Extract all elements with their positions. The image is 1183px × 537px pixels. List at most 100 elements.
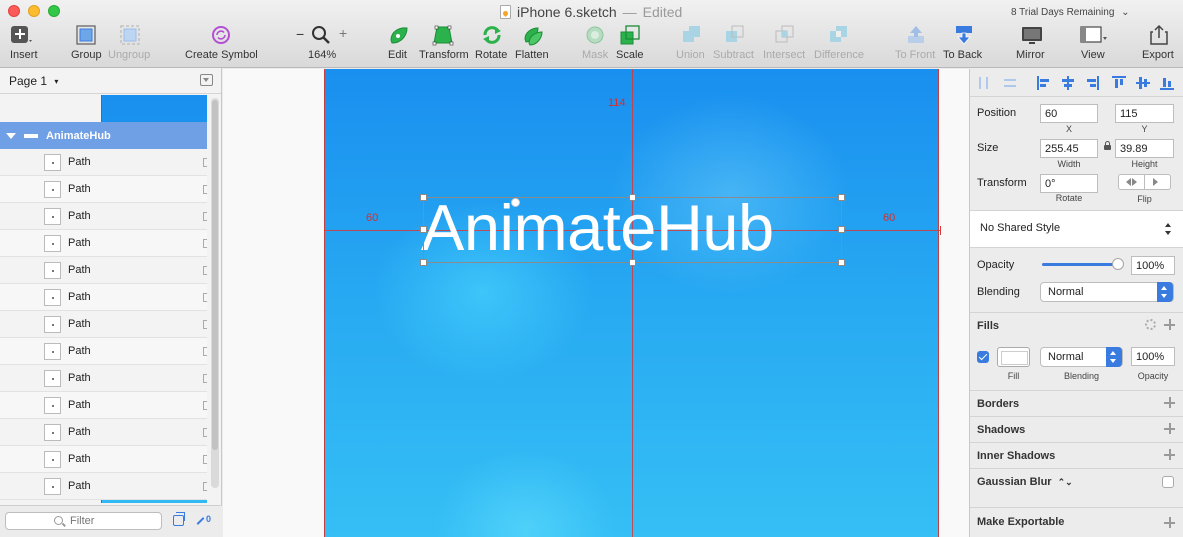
layer-path-row[interactable]: Path <box>0 203 207 230</box>
rotate-button[interactable]: Rotate <box>475 24 509 64</box>
position-x-field[interactable] <box>1040 104 1098 123</box>
rotation-handle[interactable] <box>511 198 520 207</box>
align-horizontal-center-icon[interactable] <box>1061 76 1075 90</box>
add-border-plus-icon[interactable] <box>1164 397 1175 408</box>
make-exportable-label: Make Exportable <box>977 516 1065 528</box>
gaussian-blur-section-header[interactable]: Gaussian Blur ⌃⌄ <box>970 468 1183 494</box>
layer-path-row[interactable]: Path <box>0 149 207 176</box>
minimize-window-button[interactable] <box>28 5 40 17</box>
layer-path-row[interactable]: Path <box>0 338 207 365</box>
to-front-button[interactable]: To Front <box>895 24 937 64</box>
resize-handle-bottom-left[interactable] <box>420 259 427 266</box>
export-button[interactable]: Export <box>1142 24 1176 64</box>
layer-path-row[interactable]: Path <box>0 230 207 257</box>
fill-color-swatch[interactable] <box>997 347 1030 367</box>
opacity-slider[interactable] <box>1042 258 1124 270</box>
fill-opacity-field[interactable] <box>1131 347 1175 366</box>
width-field[interactable] <box>1040 139 1098 158</box>
blending-select[interactable]: Normal <box>1040 282 1174 302</box>
canvas[interactable]: 114 60 60 AnimateHub <box>223 69 969 537</box>
close-window-button[interactable] <box>8 5 20 17</box>
toggle-pages-icon[interactable] <box>173 512 185 526</box>
view-button[interactable]: View <box>1080 24 1110 64</box>
trial-menu-caret: ⌄ <box>1121 7 1130 18</box>
maximize-window-button[interactable] <box>48 5 60 17</box>
x-label: X <box>1065 124 1072 134</box>
mask-button[interactable]: Mask <box>582 24 608 64</box>
layer-group-selected[interactable]: AnimateHub <box>0 122 207 149</box>
create-symbol-button[interactable]: Create Symbol <box>185 24 258 64</box>
resize-handle-left[interactable] <box>420 226 427 233</box>
height-field[interactable] <box>1115 139 1174 158</box>
opacity-field[interactable] <box>1131 256 1175 275</box>
collapse-pages-icon[interactable] <box>200 74 213 86</box>
align-right-icon[interactable] <box>1085 76 1099 90</box>
trial-days-menu[interactable]: 8 Trial Days Remaining ⌄ <box>1011 7 1130 18</box>
rotate-field[interactable] <box>1040 174 1098 193</box>
layer-path-row[interactable]: Path <box>0 257 207 284</box>
transform-button[interactable]: Transform <box>418 24 469 64</box>
selection-box[interactable] <box>423 197 842 263</box>
fill-enabled-checkbox[interactable] <box>977 351 989 363</box>
layers-scrollbar[interactable] <box>211 98 219 488</box>
lock-proportions-icon[interactable] <box>1104 141 1111 150</box>
to-back-button[interactable]: To Back <box>943 24 985 64</box>
filter-input[interactable] <box>5 512 162 530</box>
difference-button[interactable]: Difference <box>814 24 864 64</box>
align-bottom-icon[interactable] <box>1160 76 1174 90</box>
align-top-icon[interactable] <box>1112 76 1126 90</box>
zoom-out-button[interactable]: − <box>296 26 304 42</box>
mirror-button[interactable]: Mirror <box>1016 24 1048 64</box>
distribute-horizontal-icon[interactable] <box>977 76 991 90</box>
intersect-button[interactable]: Intersect <box>763 24 807 64</box>
path-export-icon <box>203 347 207 356</box>
page-selector[interactable]: Page 1 ▾ <box>0 68 221 94</box>
add-shadow-plus-icon[interactable] <box>1164 423 1175 434</box>
make-exportable-plus-icon[interactable] <box>1164 517 1175 528</box>
fill-settings-gear-icon[interactable] <box>1145 319 1156 330</box>
layer-path-row[interactable]: Path <box>0 365 207 392</box>
align-left-icon[interactable] <box>1037 76 1051 90</box>
transform-label: Transform <box>419 49 469 61</box>
blur-type-caret[interactable]: ⌃⌄ <box>1058 477 1073 487</box>
inner-shadows-label: Inner Shadows <box>977 450 1056 462</box>
distribute-vertical-icon[interactable] <box>1003 76 1017 90</box>
resize-handle-bottom-right[interactable] <box>838 259 845 266</box>
resize-handle-top-right[interactable] <box>838 194 845 201</box>
flip-horizontal-button[interactable] <box>1118 174 1145 190</box>
layer-path-row[interactable]: Path <box>0 473 207 500</box>
resize-handle-bottom[interactable] <box>629 259 636 266</box>
layer-path-row[interactable]: Path <box>0 446 207 473</box>
layer-path-row[interactable]: Path <box>0 419 207 446</box>
group-button[interactable]: Group <box>71 24 102 64</box>
resize-handle-top[interactable] <box>629 194 636 201</box>
scale-button[interactable]: Scale <box>616 24 644 64</box>
flip-horizontal-left-icon <box>1126 178 1131 186</box>
add-inner-shadow-plus-icon[interactable] <box>1164 449 1175 460</box>
flatten-button[interactable]: Flatten <box>515 24 551 64</box>
layer-path-row[interactable]: Path <box>0 311 207 338</box>
position-y-field[interactable] <box>1115 104 1174 123</box>
fill-label: Fill <box>1007 371 1020 381</box>
resize-handle-top-left[interactable] <box>420 194 427 201</box>
union-button[interactable]: Union <box>676 24 708 64</box>
edited-layers-filter[interactable]: 0 <box>196 514 211 525</box>
layer-path-row[interactable]: Path <box>0 176 207 203</box>
flip-vertical-button[interactable] <box>1144 174 1171 190</box>
layer-path-row[interactable]: Path <box>0 284 207 311</box>
subtract-button[interactable]: Subtract <box>713 24 757 64</box>
add-fill-plus-icon[interactable] <box>1164 319 1175 330</box>
path-export-icon <box>203 185 207 194</box>
align-vertical-center-icon[interactable] <box>1136 76 1150 90</box>
resize-handle-right[interactable] <box>838 226 845 233</box>
zoom-in-button[interactable]: + <box>339 25 347 41</box>
shared-style-selector[interactable]: No Shared Style <box>970 210 1183 248</box>
ungroup-button[interactable]: Ungroup <box>108 24 150 64</box>
layer-path-row[interactable]: Path <box>0 392 207 419</box>
insert-button[interactable]: Insert <box>8 24 40 64</box>
edit-button[interactable]: Edit <box>388 24 410 64</box>
fill-blending-select[interactable]: Normal <box>1040 347 1123 367</box>
disclosure-triangle-icon[interactable] <box>6 132 16 139</box>
gaussian-blur-checkbox[interactable] <box>1162 476 1174 488</box>
opacity-slider-knob[interactable] <box>1112 258 1124 270</box>
